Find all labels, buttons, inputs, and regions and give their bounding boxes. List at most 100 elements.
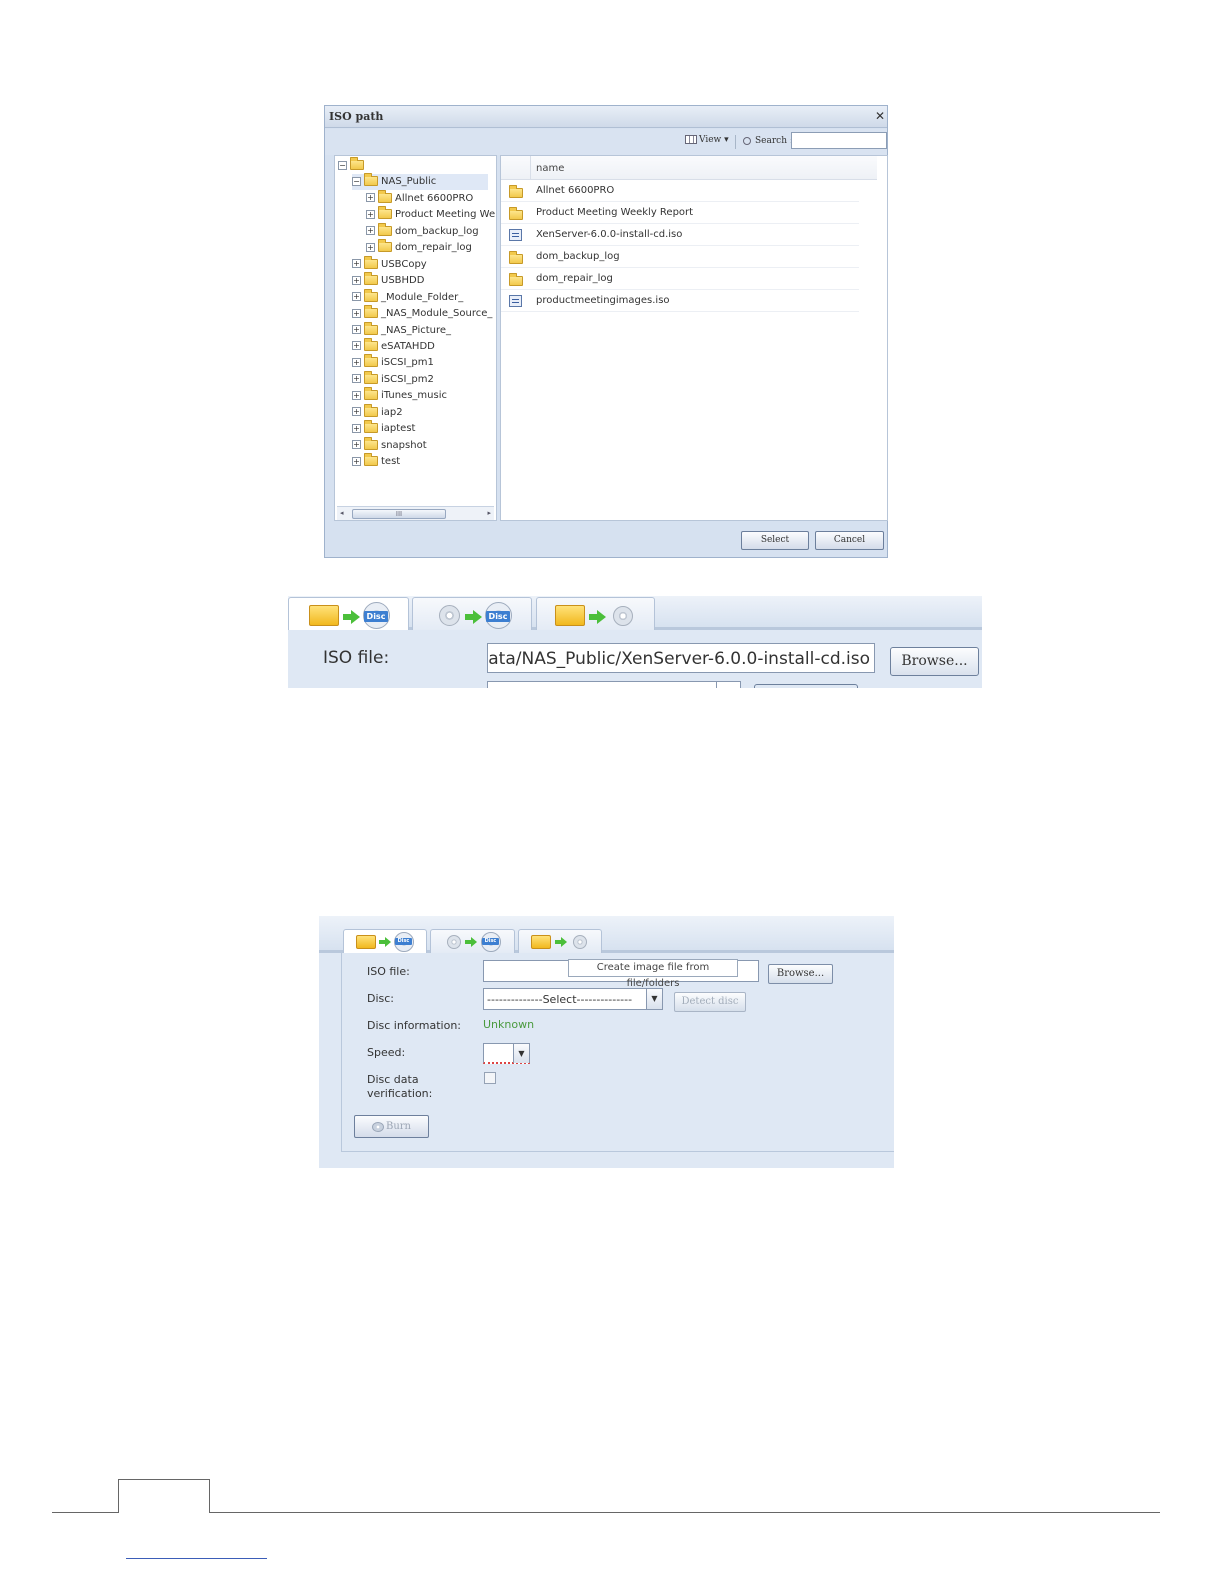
disc-information-label: Disc information: (367, 1019, 461, 1032)
expand-icon[interactable]: + (366, 209, 375, 219)
expand-icon[interactable]: + (352, 259, 361, 269)
verify-checkbox[interactable] (484, 1072, 496, 1084)
tree-node-label: _NAS_Module_Source_ (381, 308, 493, 320)
tree-node[interactable]: + _Module_Folder_ (352, 288, 464, 306)
expand-icon[interactable]: + (352, 292, 361, 302)
arrow-head (597, 610, 606, 624)
dialog-titlebar: ISO path ✕ (325, 106, 887, 128)
disc-select-partial (487, 681, 741, 688)
folder-icon (364, 387, 378, 401)
tab-disc-to-disc[interactable]: Disc (430, 929, 515, 953)
file-row[interactable]: dom_repair_log (501, 268, 859, 290)
iso-file-input[interactable]: id0/data/NAS_Public/XenServer-6.0.0-inst… (487, 643, 875, 673)
scroll-right-icon[interactable]: ▸ (487, 509, 491, 517)
chevron-down-icon[interactable]: ▼ (646, 989, 662, 1009)
expand-icon[interactable]: + (352, 308, 361, 318)
expand-icon[interactable]: + (366, 242, 375, 252)
tree-node[interactable]: + dom_backup_log (366, 222, 479, 240)
file-row[interactable]: dom_backup_log (501, 246, 859, 268)
tree-node[interactable]: + iTunes_music (352, 387, 447, 404)
tree-node[interactable]: + iaptest (352, 420, 415, 437)
expand-icon[interactable]: + (352, 440, 361, 450)
file-row[interactable]: productmeetingimages.iso (501, 290, 859, 312)
page-number-box (118, 1479, 210, 1513)
tab-folder-to-image[interactable] (536, 597, 655, 630)
folder-icon (364, 436, 378, 450)
iso-file-icon (509, 229, 522, 241)
tab-folder-to-disc[interactable]: Disc (288, 597, 409, 630)
file-name: Product Meeting Weekly Report (536, 207, 694, 218)
file-row[interactable]: Allnet 6600PRO (501, 180, 859, 202)
folder-icon (509, 185, 523, 198)
tree-node-label: iap2 (381, 406, 403, 418)
tree-node[interactable]: + Allnet 6600PRO (366, 189, 474, 207)
browse-button[interactable]: Browse... (890, 647, 979, 676)
expand-icon[interactable]: + (352, 374, 361, 384)
folder-icon (364, 337, 378, 351)
scrollbar-thumb[interactable]: III (352, 509, 446, 519)
tree-node[interactable]: + _NAS_Module_Source_ (352, 305, 493, 322)
expand-icon[interactable]: + (352, 456, 361, 466)
tree-node[interactable]: + Product Meeting We (366, 206, 495, 223)
cancel-button[interactable]: Cancel (815, 531, 884, 550)
folder-icon (364, 354, 378, 368)
tree-node[interactable]: + iSCSI_pm2 (352, 370, 434, 388)
disc-select-value: --------------Select-------------- (487, 993, 633, 1006)
close-icon[interactable]: ✕ (875, 109, 885, 123)
collapse-icon[interactable]: − (352, 176, 361, 186)
tree-node[interactable]: + USBHDD (352, 272, 424, 289)
file-list-header[interactable]: name (501, 156, 877, 180)
toolbar-separator (735, 135, 736, 149)
folder-icon (364, 453, 378, 467)
folder-icon (364, 403, 378, 417)
file-name: productmeetingimages.iso (536, 295, 670, 306)
expand-icon[interactable]: + (366, 226, 375, 236)
tree-node-label: Allnet 6600PRO (395, 192, 474, 204)
expand-icon[interactable]: + (352, 390, 361, 400)
expand-icon[interactable]: + (352, 325, 361, 334)
view-button[interactable]: View ▾ (685, 135, 729, 145)
disc-information-value: Unknown (483, 1018, 535, 1031)
collapse-icon[interactable]: − (338, 160, 347, 170)
detect-disc-button[interactable]: Detect disc (674, 992, 746, 1012)
tree-node-label: _Module_Folder_ (381, 291, 464, 303)
chevron-down-icon[interactable]: ▼ (513, 1044, 529, 1063)
scroll-left-icon[interactable]: ◂ (340, 509, 344, 517)
browse-button[interactable]: Browse... (768, 964, 833, 984)
expand-icon[interactable]: + (352, 275, 361, 285)
tab-folder-to-disc[interactable]: Disc (343, 929, 427, 953)
tree-node[interactable]: + snapshot (352, 436, 427, 454)
speed-select[interactable]: ▼ (483, 1043, 530, 1064)
expand-icon[interactable]: + (352, 357, 361, 367)
tree-node[interactable]: − (338, 157, 367, 174)
file-row[interactable]: Product Meeting Weekly Report (501, 202, 859, 224)
disc-select[interactable]: --------------Select-------------- ▼ (483, 988, 663, 1010)
file-row[interactable]: XenServer-6.0.0-install-cd.iso (501, 224, 859, 246)
burn-button[interactable]: Burn (354, 1115, 429, 1138)
expand-icon[interactable]: + (366, 193, 375, 203)
expand-icon[interactable]: + (352, 341, 361, 351)
tab-folder-to-image[interactable] (518, 929, 602, 953)
tree-node[interactable]: + USBCopy (352, 255, 427, 273)
tree-node[interactable]: + eSATAHDD (352, 337, 435, 355)
tree-node[interactable]: − NAS_Public (352, 173, 488, 191)
dialog-toolbar: View ▾ Search : (325, 129, 887, 155)
tree-node[interactable]: + iap2 (352, 403, 403, 421)
folder-icon (555, 605, 585, 626)
expand-icon[interactable]: + (352, 407, 361, 417)
burn-icon (371, 1121, 384, 1132)
tree-node[interactable]: + test (352, 453, 400, 470)
tree-node[interactable]: + dom_repair_log (366, 239, 472, 256)
search-input[interactable] (791, 132, 887, 149)
expand-icon[interactable]: + (352, 423, 361, 433)
select-button[interactable]: Select (741, 531, 809, 550)
folder-icon (509, 251, 523, 264)
detect-button-partial (754, 684, 858, 688)
folder-icon (364, 272, 378, 286)
disc-label: Disc: (367, 992, 395, 1005)
view-label: View ▾ (699, 135, 729, 145)
tab-disc-to-disc[interactable]: Disc (412, 597, 532, 630)
tree-node[interactable]: + _NAS_Picture_ (352, 321, 451, 339)
tree-horizontal-scrollbar[interactable]: ◂ III ▸ (337, 506, 494, 520)
tree-node[interactable]: + iSCSI_pm1 (352, 354, 434, 371)
